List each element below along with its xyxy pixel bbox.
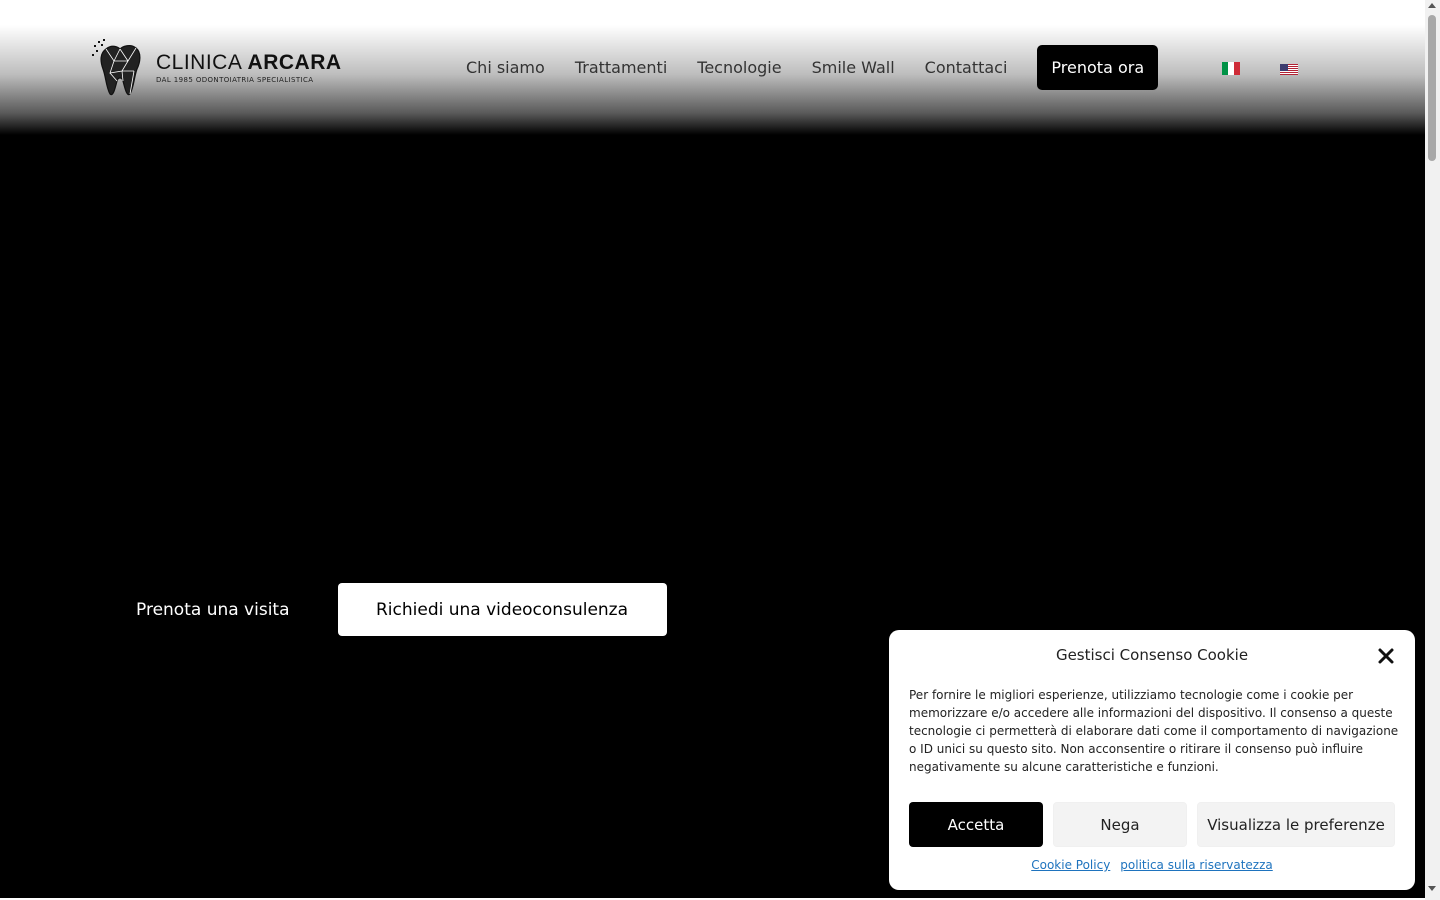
- brand-name-light: CLINICA: [156, 51, 248, 74]
- main-nav: Chi siamo Trattamenti Tecnologie Smile W…: [466, 45, 1159, 90]
- book-now-button[interactable]: Prenota ora: [1037, 45, 1159, 90]
- brand-name: CLINICA ARCARA: [156, 52, 342, 74]
- book-visit-link[interactable]: Prenota una visita: [136, 600, 290, 620]
- brand-logo[interactable]: CLINICA ARCARA DAL 1985 ODONTOIATRIA SPE…: [92, 39, 342, 97]
- nav-item-trattamenti[interactable]: Trattamenti: [575, 58, 667, 77]
- tooth-logo-icon: [92, 39, 141, 96]
- video-consultation-button[interactable]: Richiedi una videoconsulenza: [337, 583, 667, 636]
- cookie-policy-link[interactable]: Cookie Policy: [1031, 858, 1110, 872]
- accept-button[interactable]: Accetta: [909, 802, 1043, 847]
- flag-usa-icon[interactable]: [1280, 62, 1298, 75]
- nav-item-contattaci[interactable]: Contattaci: [925, 58, 1008, 77]
- cookie-consent-dialog: Gestisci Consenso Cookie Per fornire le …: [889, 630, 1415, 890]
- cookie-dialog-actions: Accetta Nega Visualizza le preferenze: [909, 802, 1395, 847]
- close-icon[interactable]: [1375, 645, 1397, 667]
- cookie-dialog-body: Per fornire le migliori esperienze, util…: [909, 688, 1399, 774]
- flag-italy-icon[interactable]: [1222, 62, 1240, 75]
- scrollbar-thumb[interactable]: [1428, 15, 1436, 161]
- hero-actions: Prenota una visita Richiedi una videocon…: [136, 583, 667, 636]
- scroll-down-arrow-icon[interactable]: [1428, 886, 1436, 891]
- scrollbar[interactable]: [1425, 0, 1440, 900]
- brand-tagline: DAL 1985 ODONTOIATRIA SPECIALISTICA: [156, 76, 314, 84]
- deny-button[interactable]: Nega: [1053, 802, 1187, 847]
- nav-item-smile-wall[interactable]: Smile Wall: [812, 58, 895, 77]
- nav-item-tecnologie[interactable]: Tecnologie: [697, 58, 781, 77]
- browser-top-strip: [0, 0, 1440, 25]
- cookie-dialog-links: Cookie Policy politica sulla riservatezz…: [889, 858, 1415, 872]
- flag-italy-red: [1234, 62, 1240, 75]
- flag-usa-graphic: [1280, 64, 1298, 75]
- cookie-dialog-title: Gestisci Consenso Cookie: [1055, 646, 1249, 664]
- brand-name-bold: ARCARA: [247, 51, 342, 74]
- view-preferences-button[interactable]: Visualizza le preferenze: [1197, 802, 1395, 847]
- privacy-policy-link[interactable]: politica sulla riservatezza: [1120, 858, 1272, 872]
- scroll-up-arrow-icon[interactable]: [1428, 3, 1436, 8]
- nav-item-chi-siamo[interactable]: Chi siamo: [466, 58, 545, 77]
- brand-text: CLINICA ARCARA DAL 1985 ODONTOIATRIA SPE…: [156, 52, 342, 85]
- site-header: CLINICA ARCARA DAL 1985 ODONTOIATRIA SPE…: [0, 25, 1425, 135]
